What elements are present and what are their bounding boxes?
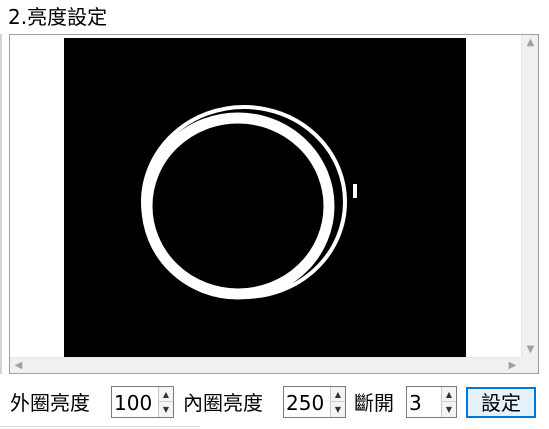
stepper-up-icon[interactable]: ▲ (442, 387, 456, 402)
stepper-down-icon[interactable]: ▼ (442, 402, 456, 417)
outer-brightness-value[interactable]: 100 (114, 390, 152, 416)
bottom-divider (0, 426, 200, 427)
outer-stepper-buttons[interactable]: ▲ ▼ (158, 387, 173, 417)
scroll-down-icon[interactable]: ▼ (522, 345, 539, 355)
outer-brightness-label: 外圈亮度 (10, 391, 90, 415)
ring-image (64, 38, 466, 358)
camera-image (64, 38, 466, 358)
scroll-right-icon[interactable]: ▶ (504, 361, 521, 371)
scroll-corner (521, 357, 538, 373)
stepper-up-icon[interactable]: ▲ (159, 387, 173, 402)
inner-brightness-label: 內圈亮度 (183, 391, 263, 415)
horizontal-scrollbar[interactable]: ◀ ▶ (10, 357, 521, 373)
inner-brightness-stepper[interactable]: 250 ▲ ▼ (283, 386, 346, 418)
stepper-down-icon[interactable]: ▼ (159, 402, 173, 417)
break-stepper[interactable]: 3 ▲ ▼ (406, 386, 457, 418)
stepper-up-icon[interactable]: ▲ (331, 387, 345, 402)
inner-stepper-buttons[interactable]: ▲ ▼ (330, 387, 345, 417)
break-value[interactable]: 3 (409, 390, 422, 416)
inner-brightness-value[interactable]: 250 (286, 390, 324, 416)
section-title: 2.亮度設定 (8, 5, 108, 29)
break-mark (353, 184, 357, 198)
scroll-left-icon[interactable]: ◀ (10, 361, 27, 371)
break-label: 斷開 (354, 391, 394, 415)
set-button[interactable]: 設定 (466, 387, 536, 418)
brightness-controls: 外圈亮度 100 ▲ ▼ 內圈亮度 250 ▲ ▼ 斷開 3 ▲ ▼ 設定 (0, 386, 549, 420)
vertical-scrollbar[interactable]: ▲ ▼ (521, 35, 538, 358)
image-viewer-panel: ▲ ▼ ◀ ▶ (9, 34, 539, 374)
left-divider (0, 34, 2, 374)
scroll-up-icon[interactable]: ▲ (522, 38, 539, 48)
outer-brightness-stepper[interactable]: 100 ▲ ▼ (111, 386, 174, 418)
stepper-down-icon[interactable]: ▼ (331, 402, 345, 417)
break-stepper-buttons[interactable]: ▲ ▼ (441, 387, 456, 417)
